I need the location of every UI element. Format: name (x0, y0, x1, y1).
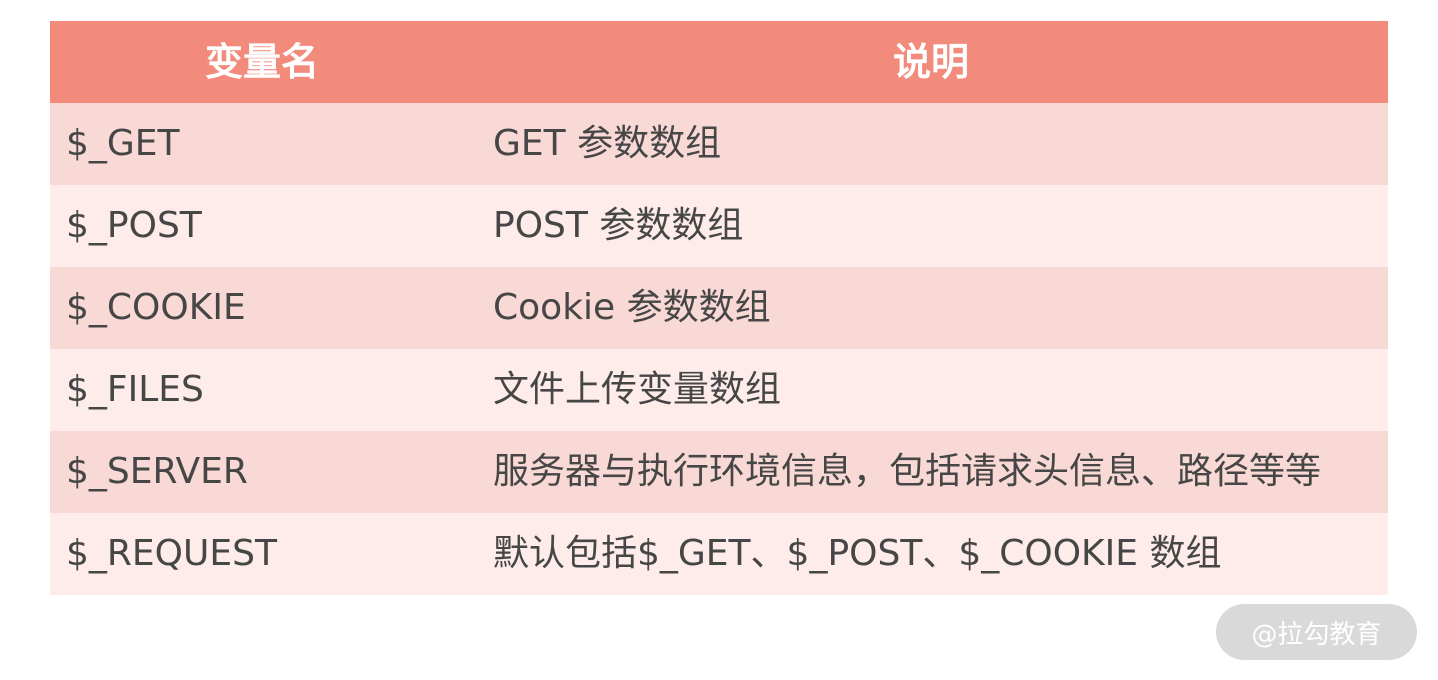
table-row: $_POST POST 参数数组 (50, 185, 1388, 267)
table-row: $_COOKIE Cookie 参数数组 (50, 267, 1388, 349)
watermark-badge: @拉勾教育 (1216, 604, 1417, 660)
table-row: $_SERVER 服务器与执行环境信息，包括请求头信息、路径等等 (50, 431, 1388, 513)
table-row: $_GET GET 参数数组 (50, 103, 1388, 185)
variable-name-cell: $_GET (66, 123, 180, 164)
variable-name-cell: $_COOKIE (66, 287, 246, 328)
superglobals-table: 变量名 说明 $_GET GET 参数数组 $_POST POST 参数数组 $… (50, 21, 1388, 595)
description-cell: POST 参数数组 (493, 205, 744, 246)
description-cell: 服务器与执行环境信息，包括请求头信息、路径等等 (493, 451, 1322, 492)
header-variable-name: 变量名 (204, 40, 319, 84)
table-header-row: 变量名 说明 (50, 21, 1388, 103)
description-cell: GET 参数数组 (493, 123, 722, 164)
description-cell: Cookie 参数数组 (493, 287, 771, 328)
description-cell: 文件上传变量数组 (493, 369, 782, 410)
variable-name-cell: $_REQUEST (66, 533, 277, 574)
table-row: $_FILES 文件上传变量数组 (50, 349, 1388, 431)
page: 变量名 说明 $_GET GET 参数数组 $_POST POST 参数数组 $… (0, 0, 1438, 680)
description-cell: 默认包括$_GET、$_POST、$_COOKIE 数组 (493, 533, 1222, 574)
header-description: 说明 (892, 40, 969, 84)
variable-name-cell: $_FILES (66, 369, 204, 410)
table-row: $_REQUEST 默认包括$_GET、$_POST、$_COOKIE 数组 (50, 513, 1388, 595)
variable-name-cell: $_SERVER (66, 451, 248, 492)
variable-name-cell: $_POST (66, 205, 202, 246)
